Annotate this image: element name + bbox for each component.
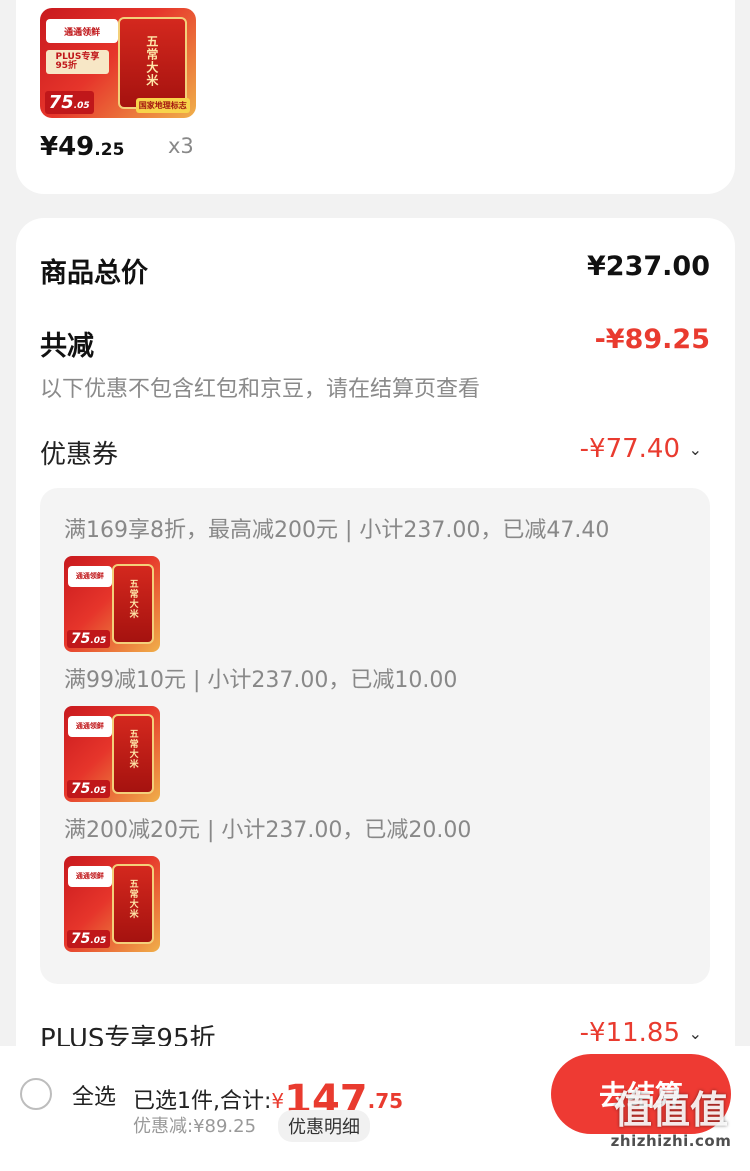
checkout-button[interactable]: 去结算 [551,1054,731,1134]
image-price: 75.05 [44,90,94,114]
product-tag: 通通领鲜 [46,19,118,44]
chevron-down-icon[interactable]: ⌄ [689,1024,702,1043]
discount-detail-button[interactable]: 优惠明细 [278,1110,370,1142]
discount-note: 以下优惠不包含红包和京豆，请在结算页查看 [40,377,481,402]
item-quantity: x3 [168,134,194,158]
select-all-checkbox[interactable] [20,1078,52,1110]
checkout-bar: 全选 已选1件,合计:¥147.75 优惠减:¥89.25 优惠明细 去结算 [0,1046,750,1171]
thumb-price: 75.05 [66,630,111,649]
coupon-product-thumb-3: 通通领鲜 五常大米 75.05 [64,856,160,952]
total-reduce-value: -¥89.25 [594,324,710,355]
item-price: ¥49.25 [40,132,125,162]
total-reduce-label: 共减 [40,331,94,362]
rice-bag-text: 五常大米 [144,34,159,87]
select-all-label[interactable]: 全选 [72,1079,116,1111]
thumb-price: 75.05 [66,780,111,799]
total-amount-dec: .75 [367,1089,404,1113]
chevron-down-icon[interactable]: ⌄ [689,440,702,459]
thumb-bag: 五常大米 [112,863,155,945]
coupon-rule-1: 满169享8折，最高减200元 | 小计237.00，已减47.40 [64,518,610,543]
thumb-tag: 通通领鲜 [67,715,112,737]
thumb-price: 75.05 [66,930,111,949]
total-price-label: 商品总价 [40,258,148,289]
thumb-bag-text: 五常大米 [127,879,138,920]
rice-bag: 五常大米 [118,16,187,110]
thumb-bag-text: 五常大米 [127,579,138,620]
plus-discount-value[interactable]: -¥11.85 [580,1018,680,1048]
coupon-value[interactable]: -¥77.40 [580,434,680,464]
origin-badge: 国家地理标志 [135,97,190,113]
coupon-rule-3: 满200减20元 | 小计237.00，已减20.00 [64,818,472,843]
product-image[interactable]: 通通领鲜 PLUS专享 95折 75.05 五常大米 国家地理标志 [40,8,196,118]
coupon-product-thumb-1: 通通领鲜 五常大米 75.05 [64,556,160,652]
thumb-tag: 通通领鲜 [67,865,112,887]
coupon-product-thumb-2: 通通领鲜 五常大米 75.05 [64,706,160,802]
coupon-label[interactable]: 优惠券 [40,434,118,471]
plus-discount-tag: PLUS专享 95折 [46,49,109,74]
discount-total: 优惠减:¥89.25 [133,1116,257,1137]
total-price-value: ¥237.00 [587,251,710,282]
selected-count-text: 已选1件,合计: [133,1089,272,1114]
thumb-tag: 通通领鲜 [67,565,112,587]
currency-symbol: ¥ [271,1089,285,1113]
thumb-bag: 五常大米 [112,563,155,645]
thumb-bag-text: 五常大米 [127,729,138,770]
thumb-bag: 五常大米 [112,713,155,795]
coupon-rule-2: 满99减10元 | 小计237.00，已减10.00 [64,668,458,693]
